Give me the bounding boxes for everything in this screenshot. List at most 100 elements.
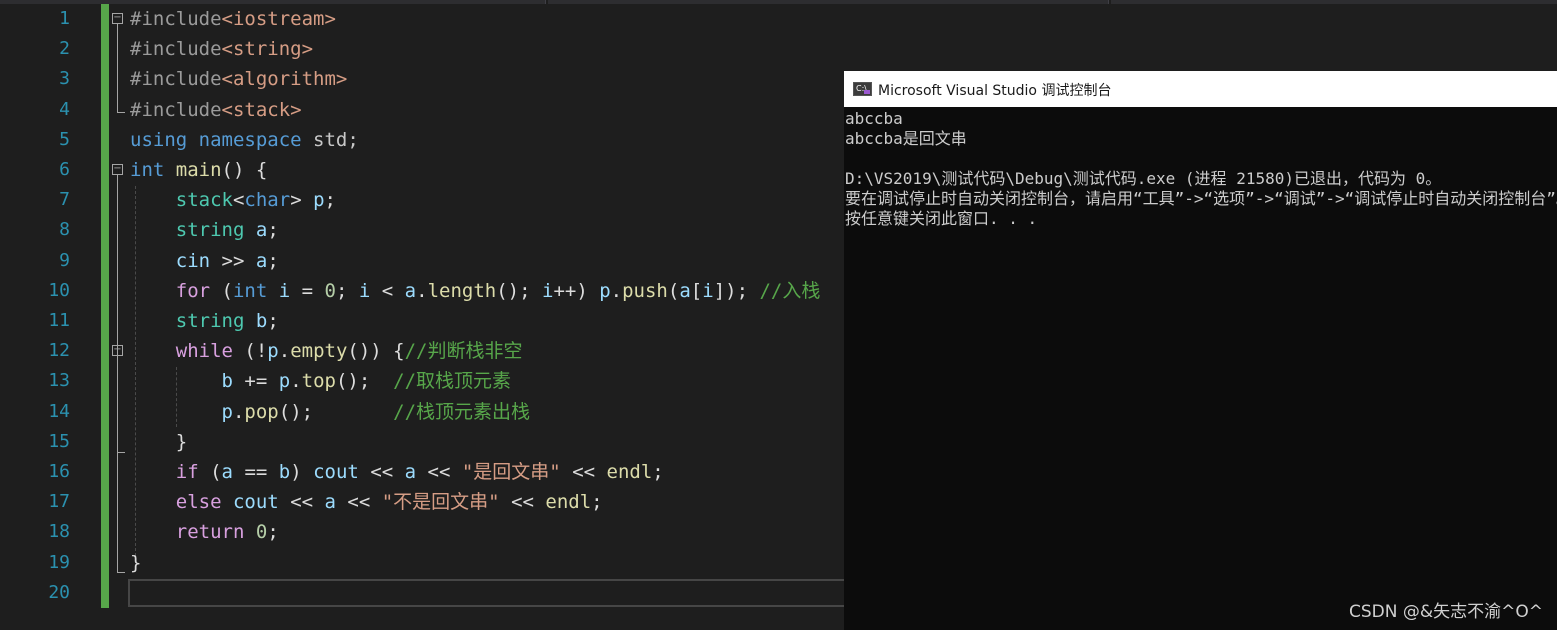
code-token: ]); <box>713 279 760 302</box>
line-number: 14 <box>48 400 70 422</box>
console-title: Microsoft Visual Studio 调试控制台 <box>878 83 1112 99</box>
code-token: length <box>427 279 497 302</box>
console-title-bar[interactable]: C:\ Microsoft Visual Studio 调试控制台 <box>844 71 1557 107</box>
code-token: . <box>290 370 302 393</box>
code-line[interactable]: 2 #include<string> <box>0 34 1557 64</box>
code-text: #include<iostream> <box>130 4 336 34</box>
code-token: 0 <box>324 279 336 302</box>
line-number: 17 <box>48 491 70 513</box>
code-token: > <box>290 189 314 212</box>
console-line: 要在调试停止时自动关闭控制台，请启用“工具”->“选项”->“调试”->“调试停… <box>845 189 1557 208</box>
code-token: if <box>175 461 199 483</box>
code-text: string a; <box>130 215 279 245</box>
code-token: return <box>175 521 245 544</box>
line-number: 7 <box>59 189 70 211</box>
code-text: #include<algorithm> <box>130 64 347 94</box>
code-token: main <box>175 159 222 181</box>
code-token: ++) <box>553 279 600 302</box>
code-token: } <box>130 430 188 453</box>
code-token: stack <box>175 189 233 212</box>
code-token: ; <box>652 461 664 483</box>
code-text: } <box>130 427 187 457</box>
code-token: a <box>221 461 233 483</box>
code-token: (); <box>335 370 394 393</box>
line-number: 6 <box>59 159 70 180</box>
code-token: i <box>278 279 291 302</box>
line-number: 10 <box>48 279 70 301</box>
code-token: ()) { <box>347 340 405 363</box>
code-text: #include<string> <box>130 34 313 64</box>
code-token: namespace <box>198 128 302 151</box>
code-text: for (int i = 0; i < a.length(); i++) p.p… <box>130 276 821 306</box>
code-token: i <box>702 279 714 302</box>
code-token: <stack> <box>221 98 302 121</box>
code-token: ) <box>290 461 314 483</box>
code-token: push <box>622 279 668 302</box>
code-token: empty <box>290 340 348 363</box>
code-token: ; <box>267 521 279 544</box>
code-token: a <box>255 219 268 242</box>
code-text: p.pop(); //栈顶元素出栈 <box>130 397 531 427</box>
code-token: (); <box>496 279 542 302</box>
code-token: //栈顶元素出栈 <box>393 400 531 423</box>
code-token: (! <box>232 340 268 363</box>
code-token: [ <box>690 279 703 302</box>
code-token: p <box>278 370 291 393</box>
code-token: << <box>358 461 405 483</box>
line-number: 1 <box>59 8 70 29</box>
code-token: char <box>244 189 291 212</box>
code-text: cin >> a; <box>130 246 279 276</box>
code-token: a <box>324 491 336 514</box>
code-token: << <box>335 491 382 514</box>
code-token: for <box>175 279 211 302</box>
code-token: == <box>233 461 279 483</box>
code-token: ; <box>267 310 279 332</box>
code-token: ( <box>198 461 222 483</box>
code-token: a <box>679 279 691 302</box>
code-token: ; <box>267 219 279 242</box>
code-text: using namespace std; <box>130 125 359 155</box>
code-token: = <box>290 279 325 302</box>
code-text: int main() { <box>130 155 267 185</box>
code-token: int <box>130 159 165 181</box>
code-text: else cout << a << "不是回文串" << endl; <box>130 487 603 517</box>
code-token: ( <box>667 279 680 302</box>
code-token: >> <box>210 249 256 272</box>
code-text: return 0; <box>130 517 279 547</box>
code-text: stack<char> p; <box>130 185 336 215</box>
code-text: if (a == b) cout << a << "是回文串" << endl; <box>130 457 664 487</box>
code-token: i <box>541 279 554 302</box>
debug-console-window[interactable]: C:\ Microsoft Visual Studio 调试控制台 abccba… <box>844 71 1557 630</box>
code-token: a <box>255 249 268 272</box>
line-number: 9 <box>59 249 70 271</box>
code-token: #include <box>130 68 222 91</box>
console-output[interactable]: abccba abccba是回文串 D:\VS2019\测试代码\Debug\测试代… <box>844 109 1557 630</box>
code-token: a <box>404 279 417 302</box>
code-token: b <box>255 310 268 332</box>
code-token: std; <box>301 128 359 151</box>
code-token: while <box>175 340 233 363</box>
code-line[interactable]: 1 #include<iostream> <box>0 4 1557 34</box>
code-token: cout <box>313 461 359 483</box>
line-number: 12 <box>48 340 70 362</box>
line-number: 16 <box>48 461 70 482</box>
code-token: //入栈 <box>759 279 821 302</box>
code-text: b += p.top(); //取栈顶元素 <box>130 366 512 396</box>
console-app-icon: C:\ <box>853 82 872 96</box>
line-number: 20 <box>48 581 70 603</box>
code-token: . <box>610 279 623 302</box>
console-line: abccba是回文串 <box>845 129 967 148</box>
code-token: cout <box>232 491 279 514</box>
code-token: <algorithm> <box>221 68 348 91</box>
